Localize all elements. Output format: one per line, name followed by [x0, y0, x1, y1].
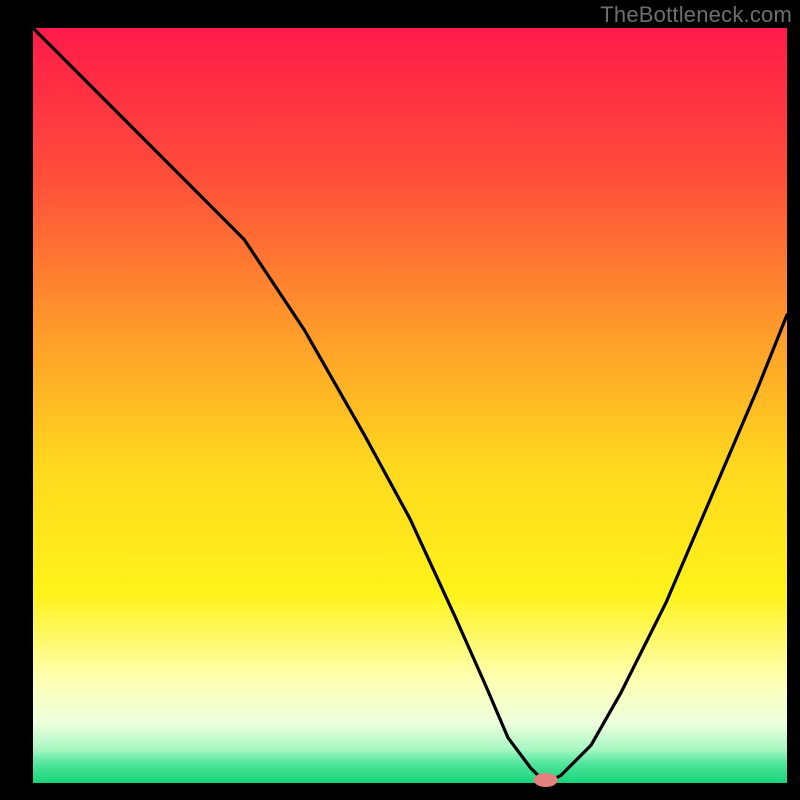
- bottleneck-chart: [0, 0, 800, 800]
- chart-frame: TheBottleneck.com: [0, 0, 800, 800]
- optimal-point-marker: [534, 773, 558, 787]
- watermark-text: TheBottleneck.com: [600, 2, 792, 28]
